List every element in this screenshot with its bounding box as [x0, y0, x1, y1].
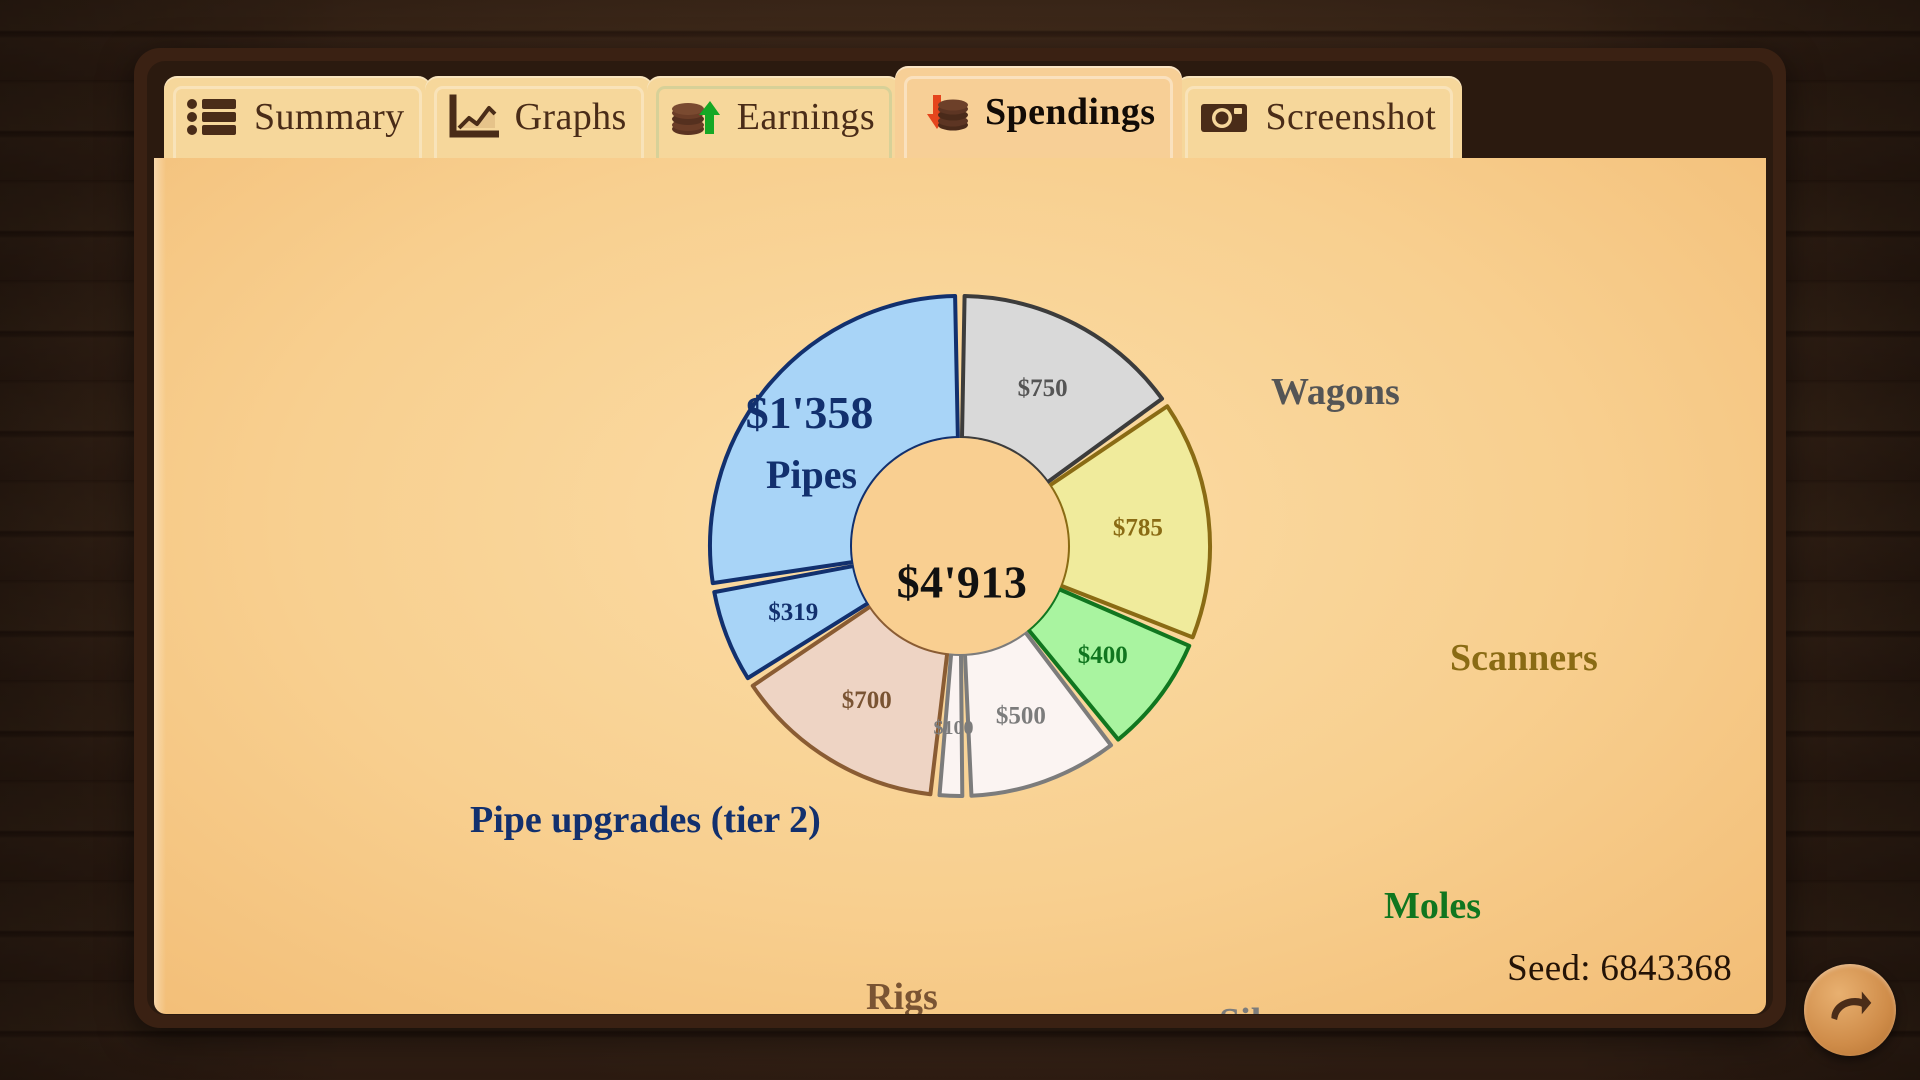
tab-earnings-label: Earnings [736, 96, 876, 138]
slice-outer-label-wagons: Wagons [1271, 371, 1400, 413]
pie-slice-value-label: $785 [1113, 514, 1163, 541]
tab-bar: Summary Graphs Earnings Spendings Screen… [154, 66, 1766, 158]
pie-slice-value-label: $1'358 [746, 387, 874, 438]
slice-outer-label-silos: Silos [1219, 1000, 1295, 1014]
back-button[interactable] [1804, 964, 1896, 1056]
seed-label: Seed: 6843368 [1507, 948, 1732, 989]
line-chart-icon [447, 94, 501, 140]
pie-slice-value-label: $319 [768, 599, 818, 626]
coins-up-arrow-icon [669, 94, 721, 140]
tab-graphs[interactable]: Graphs [424, 76, 653, 158]
slice-outer-label-scanners: Scanners [1450, 637, 1598, 679]
camera-icon [1198, 94, 1250, 140]
slice-outer-label-moles: Moles [1384, 885, 1482, 927]
tab-screenshot[interactable]: Screenshot [1175, 76, 1463, 158]
spendings-pie-chart: $750 $785 $400 $500 $100 $700 $319 $1'358 $4'91… [154, 158, 1766, 1014]
pie-slice-value-label: $750 [1018, 375, 1068, 402]
tab-spendings[interactable]: Spendings [895, 66, 1182, 158]
tab-earnings[interactable]: Earnings [646, 76, 902, 158]
coins-down-arrow-icon [917, 89, 969, 135]
pie-slice-value-label: $700 [842, 687, 892, 714]
pie-slice-value-label: $400 [1078, 642, 1128, 669]
stats-panel: Summary Graphs Earnings Spendings Screen… [134, 48, 1786, 1028]
slice-outer-label-rigs: Rigs [866, 976, 938, 1014]
pie-slice-value-label: $500 [996, 702, 1046, 729]
tab-graphs-label: Graphs [514, 96, 627, 138]
tab-spendings-label: Spendings [985, 91, 1156, 133]
tab-summary[interactable]: Summary [164, 76, 431, 158]
slice-outer-label-pipe-upgrades: Pipe upgrades (tier 2) [470, 799, 821, 841]
back-arrow-icon [1822, 980, 1878, 1041]
center-total-label: $4'913 [896, 556, 1028, 608]
spendings-content: $750 $785 $400 $500 $100 $700 $319 $1'358 $4'91… [154, 158, 1766, 1014]
slice-outer-label-pipes: Pipes [766, 452, 858, 497]
tab-summary-label: Summary [254, 96, 405, 138]
donut-hole [852, 438, 1068, 654]
list-icon [186, 94, 238, 140]
tab-screenshot-label: Screenshot [1265, 96, 1437, 138]
pie-slice-value-label: $100 [933, 717, 973, 739]
